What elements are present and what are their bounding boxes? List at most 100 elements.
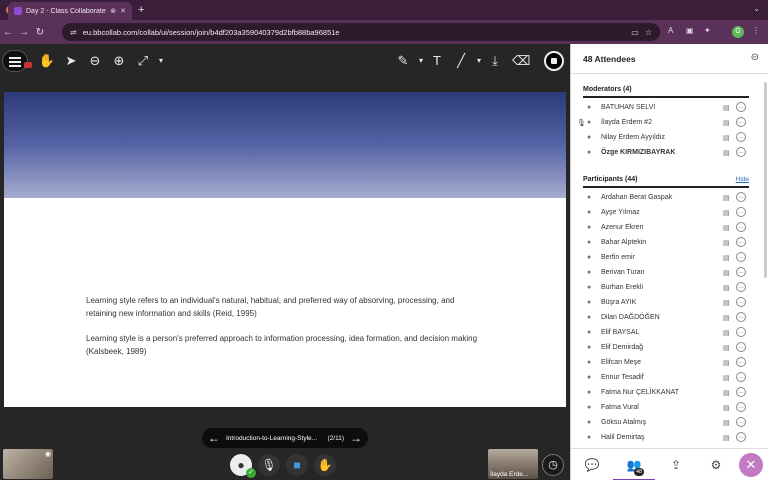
attendee-options-icon[interactable]: … xyxy=(736,252,746,262)
attendee-options-icon[interactable]: … xyxy=(736,297,746,307)
attendee-options-icon[interactable]: … xyxy=(736,357,746,367)
attendee-options-icon[interactable]: … xyxy=(736,372,746,382)
attendee-row[interactable]: ● Burhan Erekli ▤… xyxy=(583,281,749,296)
pointer-arrow-icon[interactable]: ➤ xyxy=(62,52,80,70)
attendee-row[interactable]: ● Göksu Atalmış ▤… xyxy=(583,416,749,431)
chat-with-attendee-icon[interactable]: ▤ xyxy=(723,134,730,142)
stop-sharing-button[interactable] xyxy=(544,51,564,71)
zoom-in-icon[interactable]: ⊕ xyxy=(110,52,128,70)
close-tab-x-icon[interactable]: ✕ xyxy=(120,7,126,15)
attendee-row[interactable]: ● Özge KIRMIZIBAYRAK ▤… xyxy=(583,146,749,161)
attendee-options-icon[interactable]: … xyxy=(736,417,746,427)
chat-with-attendee-icon[interactable]: ▤ xyxy=(723,149,730,157)
close-panel-button[interactable]: ✕ xyxy=(739,453,763,477)
panel-scrollbar[interactable] xyxy=(764,82,767,278)
session-menu-button[interactable] xyxy=(2,50,28,72)
attendee-row[interactable]: ● Ennur Tesadif ▤… xyxy=(583,371,749,386)
chat-with-attendee-icon[interactable]: ▤ xyxy=(723,344,730,352)
attendee-options-icon[interactable]: … xyxy=(736,432,746,442)
next-slide-icon[interactable]: → xyxy=(350,432,362,444)
timer-icon[interactable]: ◷ xyxy=(542,454,564,476)
zoom-out-icon[interactable]: ⊖ xyxy=(86,52,104,70)
chat-with-attendee-icon[interactable]: ▤ xyxy=(723,194,730,202)
chat-with-attendee-icon[interactable]: ▤ xyxy=(723,329,730,337)
hide-participants-link[interactable]: Hide xyxy=(736,176,749,183)
chat-with-attendee-icon[interactable]: ▤ xyxy=(723,284,730,292)
attendee-row[interactable]: ● BATUHAN SELVİ ▤… xyxy=(583,101,749,116)
site-info-icon[interactable]: ⇌ xyxy=(70,28,77,37)
attendee-row[interactable]: ● Azenur Ekren ▤… xyxy=(583,221,749,236)
attendee-options-icon[interactable]: … xyxy=(736,282,746,292)
reload-icon[interactable]: ↻ xyxy=(32,27,48,38)
chat-with-attendee-icon[interactable]: ▤ xyxy=(723,419,730,427)
attendee-options-icon[interactable]: … xyxy=(736,222,746,232)
profile-avatar[interactable]: G xyxy=(732,26,744,38)
chat-with-attendee-icon[interactable]: ▤ xyxy=(723,299,730,307)
chat-with-attendee-icon[interactable]: ▤ xyxy=(723,404,730,412)
fit-to-screen-icon[interactable]: ⤢ xyxy=(134,52,152,70)
line-tool-icon[interactable]: ╱ xyxy=(452,52,470,70)
chat-with-attendee-icon[interactable]: ▤ xyxy=(723,104,730,112)
attendee-options-icon[interactable]: … xyxy=(736,117,746,127)
attendee-options-icon[interactable]: … xyxy=(736,267,746,277)
pen-tool-icon[interactable]: ✎ xyxy=(394,52,412,70)
attendee-options-icon[interactable]: … xyxy=(736,207,746,217)
attendee-options-icon[interactable]: … xyxy=(736,192,746,202)
self-camera-preview[interactable]: ◉ xyxy=(3,449,53,479)
attendee-row[interactable]: ● Elifcan Meşe ▤… xyxy=(583,356,749,371)
chat-with-attendee-icon[interactable]: ▤ xyxy=(723,389,730,397)
clear-annotations-icon[interactable]: ⌫ xyxy=(512,52,530,70)
attendee-options-icon[interactable]: … xyxy=(736,237,746,247)
eye-icon[interactable]: ◉ xyxy=(45,450,51,458)
back-icon[interactable]: ← xyxy=(0,27,16,38)
attendee-row[interactable]: ● Berfin emir ▤… xyxy=(583,251,749,266)
bookmark-star-icon[interactable]: ☆ xyxy=(645,28,652,37)
chat-icon[interactable]: 💬 xyxy=(583,456,601,474)
more-options-icon[interactable]: ⊝ xyxy=(751,52,759,63)
attendee-row[interactable]: ● Halil Demirtaş ▤… xyxy=(583,431,749,446)
chat-with-attendee-icon[interactable]: ▤ xyxy=(723,224,730,232)
text-tool-icon[interactable]: T xyxy=(428,52,446,70)
pan-hand-icon[interactable]: ✋ xyxy=(38,52,56,70)
zoom-dropdown-icon[interactable]: ▾ xyxy=(152,52,170,70)
attendee-options-icon[interactable]: … xyxy=(736,327,746,337)
attendee-row[interactable]: ● Ardahan Berat Gaspak ▤… xyxy=(583,191,749,206)
chat-with-attendee-icon[interactable]: ▤ xyxy=(723,209,730,217)
address-bar[interactable]: ⇌ eu.bbcollab.com/collab/ui/session/join… xyxy=(62,23,660,41)
camera-indicator-icon[interactable]: ▭ xyxy=(631,28,639,37)
raise-hand-icon[interactable]: ✋ xyxy=(314,454,336,476)
attendee-options-icon[interactable]: … xyxy=(736,102,746,112)
browser-tab[interactable]: Day 2 - Class Collaborate ⊗ ✕ xyxy=(8,2,132,20)
attendee-row[interactable]: ● Elif Demirdağ ▤… xyxy=(583,341,749,356)
attendee-options-icon[interactable]: … xyxy=(736,402,746,412)
chat-with-attendee-icon[interactable]: ▤ xyxy=(723,374,730,382)
new-tab-icon[interactable]: + xyxy=(138,3,144,17)
browser-menu-icon[interactable]: ⋮ xyxy=(752,26,760,35)
attendee-row[interactable]: ● Bahar Alptekin ▤… xyxy=(583,236,749,251)
microphone-muted-icon[interactable]: 🎙 xyxy=(258,454,280,476)
settings-gear-icon[interactable]: ⚙ xyxy=(707,456,725,474)
previous-slide-icon[interactable]: ← xyxy=(208,432,220,444)
share-content-icon[interactable]: ⇪ xyxy=(667,456,685,474)
chat-with-attendee-icon[interactable]: ▤ xyxy=(723,314,730,322)
attendee-row[interactable]: ● Büşra AYIK ▤… xyxy=(583,296,749,311)
attendee-row[interactable]: ● Elif BAYSAL ▤… xyxy=(583,326,749,341)
active-speaker-tile[interactable]: İlayda Erde... xyxy=(488,449,538,479)
chat-with-attendee-icon[interactable]: ▤ xyxy=(723,269,730,277)
tab-search-icon[interactable]: ⌄ xyxy=(753,4,760,13)
attendee-options-icon[interactable]: … xyxy=(736,132,746,142)
forward-icon[interactable]: → xyxy=(16,27,32,38)
attendee-row[interactable]: ● Fatma Nur ÇELİKKANAT ▤… xyxy=(583,386,749,401)
attendee-row[interactable]: ● Nilay Erdem Ayyıldız ▤… xyxy=(583,131,749,146)
extension-2-icon[interactable]: ▣ xyxy=(686,26,694,35)
chat-with-attendee-icon[interactable]: ▤ xyxy=(723,434,730,442)
attendee-options-icon[interactable]: … xyxy=(736,312,746,322)
attendee-row[interactable]: ● Dilan DAĞDÖĞEN ▤… xyxy=(583,311,749,326)
chat-with-attendee-icon[interactable]: ▤ xyxy=(723,359,730,367)
attendee-row[interactable]: 🎙 ● İlayda Erdem #2 ▤… xyxy=(577,116,749,131)
attendee-options-icon[interactable]: … xyxy=(736,342,746,352)
attendee-options-icon[interactable]: … xyxy=(736,387,746,397)
chat-with-attendee-icon[interactable]: ▤ xyxy=(723,119,730,127)
extensions-puzzle-icon[interactable]: ✦ xyxy=(704,26,711,35)
chat-with-attendee-icon[interactable]: ▤ xyxy=(723,254,730,262)
